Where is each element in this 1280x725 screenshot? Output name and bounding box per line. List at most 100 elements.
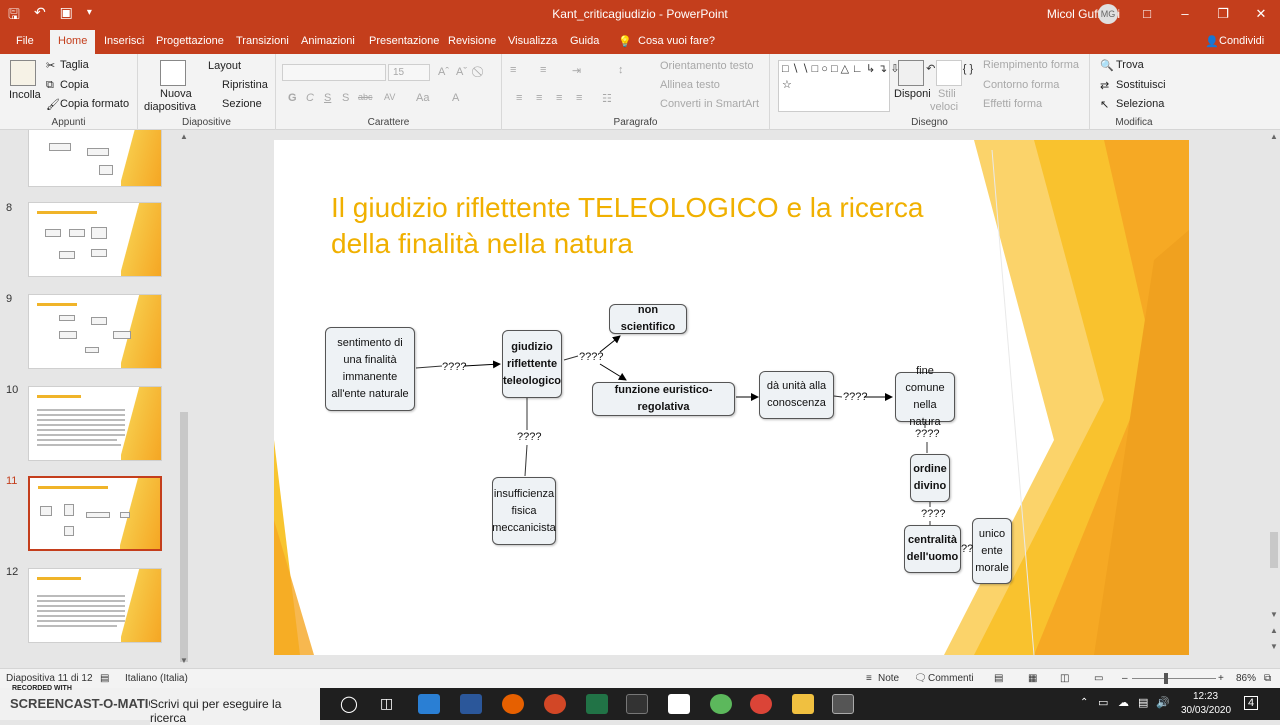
- file-explorer-icon[interactable]: [792, 694, 814, 714]
- tab-view[interactable]: Visualizza: [508, 35, 557, 47]
- node-centralita[interactable]: centralità dell'uomo: [904, 525, 961, 573]
- node-unico[interactable]: unico ente morale: [972, 518, 1012, 584]
- justify-icon[interactable]: ≡: [576, 92, 582, 104]
- tell-me-search[interactable]: Cosa vuoi fare?: [638, 35, 715, 47]
- paste-icon[interactable]: [10, 60, 36, 86]
- align-text-button[interactable]: Allinea testo: [660, 79, 720, 91]
- select-button[interactable]: Seleziona: [1116, 98, 1164, 110]
- reading-view-icon[interactable]: ◫: [1060, 673, 1069, 684]
- node-fine-comune[interactable]: fine comune nella natura: [895, 365, 955, 428]
- layout-button[interactable]: Layout: [208, 60, 241, 72]
- align-right-icon[interactable]: ≡: [556, 92, 562, 104]
- node-giudizio[interactable]: giudizio riflettente teleologico: [502, 330, 562, 398]
- numbering-icon[interactable]: ≡: [540, 64, 546, 76]
- slide-scrollbar[interactable]: ▲ ▼ ▲ ▼: [1268, 130, 1280, 668]
- avatar[interactable]: MG: [1098, 4, 1118, 24]
- change-case-button[interactable]: Aa: [416, 92, 429, 104]
- slideshow-icon[interactable]: ▭: [1094, 673, 1103, 684]
- slide-thumbnail[interactable]: [28, 568, 162, 643]
- quick-styles-label-2[interactable]: veloci: [930, 101, 958, 113]
- tab-design[interactable]: Progettazione: [156, 35, 224, 47]
- search-placeholder[interactable]: Scrivi qui per eseguire la ricerca: [150, 697, 320, 725]
- arrange-button[interactable]: Disponi: [894, 88, 931, 100]
- shadow-button[interactable]: S: [342, 92, 349, 104]
- node-sentimento[interactable]: sentimento di una finalità immanente all…: [325, 327, 415, 411]
- tab-insert[interactable]: Inserisci: [104, 35, 144, 47]
- font-size-select[interactable]: 15: [388, 64, 430, 81]
- columns-icon[interactable]: ☷: [602, 92, 612, 105]
- normal-view-icon[interactable]: ▤: [994, 673, 1003, 684]
- outlook-icon[interactable]: [418, 694, 440, 714]
- cortana-icon[interactable]: ◯: [340, 694, 358, 714]
- italic-button[interactable]: C: [306, 92, 314, 104]
- zoom-slider[interactable]: [1132, 678, 1216, 679]
- share-icon[interactable]: 👤: [1205, 35, 1219, 48]
- clock-date[interactable]: 30/03/2020: [1181, 705, 1231, 716]
- minimize-icon[interactable]: –: [1166, 0, 1204, 28]
- grow-font-icon[interactable]: Aˆ: [438, 66, 449, 78]
- node-ordine[interactable]: ordine divino: [910, 454, 950, 502]
- slide-thumbnail[interactable]: [28, 202, 162, 277]
- comments-icon[interactable]: 🗨: [914, 673, 927, 684]
- notes-button[interactable]: Note: [878, 673, 899, 684]
- chrome-icon[interactable]: [750, 694, 772, 714]
- new-slide-label-2[interactable]: diapositiva: [144, 101, 196, 113]
- cut-icon[interactable]: ✂: [46, 59, 55, 72]
- shape-effects-button[interactable]: Effetti forma: [983, 98, 1042, 110]
- tray-chevron-icon[interactable]: ⌃: [1080, 697, 1088, 708]
- cut-button[interactable]: Taglia: [60, 59, 89, 71]
- slide-thumbnail[interactable]: [28, 294, 162, 369]
- align-left-icon[interactable]: ≡: [516, 92, 522, 104]
- section-button[interactable]: Sezione: [222, 98, 262, 110]
- firefox-icon[interactable]: [502, 694, 524, 714]
- tab-transitions[interactable]: Transizioni: [236, 35, 289, 47]
- zoom-out-icon[interactable]: –: [1122, 673, 1128, 684]
- copy-icon[interactable]: ⧉: [46, 79, 54, 92]
- font-name-select[interactable]: [282, 64, 386, 81]
- shape-outline-button[interactable]: Contorno forma: [983, 79, 1059, 91]
- green-app-icon[interactable]: [710, 694, 732, 714]
- tab-file[interactable]: File: [16, 35, 34, 47]
- quick-styles-icon[interactable]: [936, 60, 962, 86]
- copy-button[interactable]: Copia: [60, 79, 89, 91]
- powerpoint-icon[interactable]: [544, 694, 566, 714]
- zoom-in-icon[interactable]: +: [1218, 673, 1224, 684]
- align-center-icon[interactable]: ≡: [536, 92, 542, 104]
- zoom-slider-thumb[interactable]: [1164, 673, 1168, 684]
- node-funzione[interactable]: funzione euristico-regolativa: [592, 382, 735, 416]
- new-slide-icon[interactable]: [160, 60, 186, 86]
- tray-network-icon[interactable]: ▤: [1138, 696, 1148, 709]
- thumbnails-scrollbar[interactable]: ▲ ▼: [178, 130, 190, 668]
- tab-help[interactable]: Guida: [570, 35, 599, 47]
- tab-home[interactable]: Home: [50, 30, 96, 54]
- slide-thumbnail-current[interactable]: [28, 476, 162, 551]
- slide-thumbnail[interactable]: [28, 386, 162, 461]
- replace-button[interactable]: Sostituisci: [1116, 79, 1166, 91]
- fit-slide-icon[interactable]: ⧉: [1264, 673, 1271, 684]
- strikethrough-button[interactable]: abc: [358, 92, 373, 102]
- bold-button[interactable]: G: [288, 92, 297, 104]
- smartart-button[interactable]: Converti in SmartArt: [660, 98, 759, 110]
- node-non-scientifico[interactable]: non scientifico: [609, 304, 687, 334]
- word-icon[interactable]: [460, 694, 482, 714]
- shrink-font-icon[interactable]: Aˇ: [456, 66, 467, 78]
- zoom-level[interactable]: 86%: [1236, 673, 1256, 684]
- comments-button[interactable]: Commenti: [928, 673, 974, 684]
- language-indicator[interactable]: Italiano (Italia): [125, 673, 188, 684]
- tray-cloud-icon[interactable]: ☁: [1118, 696, 1129, 709]
- tab-slideshow[interactable]: Presentazione: [369, 35, 439, 47]
- tray-battery-icon[interactable]: ▭: [1098, 696, 1108, 709]
- notifications-badge[interactable]: 4: [1244, 696, 1259, 710]
- replace-icon[interactable]: ⇄: [1100, 79, 1109, 92]
- slide-sorter-icon[interactable]: ▦: [1028, 673, 1037, 684]
- paste-button[interactable]: Incolla: [9, 89, 41, 101]
- format-painter-button[interactable]: Copia formato: [60, 98, 129, 110]
- select-icon[interactable]: ↖: [1100, 98, 1109, 111]
- clock-time[interactable]: 12:23: [1193, 691, 1218, 702]
- tab-animations[interactable]: Animazioni: [301, 35, 355, 47]
- indent-icon[interactable]: ⇥: [572, 64, 581, 77]
- line-spacing-icon[interactable]: ↕: [618, 64, 624, 76]
- slide-thumbnail[interactable]: [28, 130, 162, 187]
- shape-fill-button[interactable]: Riempimento forma: [983, 59, 1079, 71]
- find-button[interactable]: Trova: [1116, 59, 1144, 71]
